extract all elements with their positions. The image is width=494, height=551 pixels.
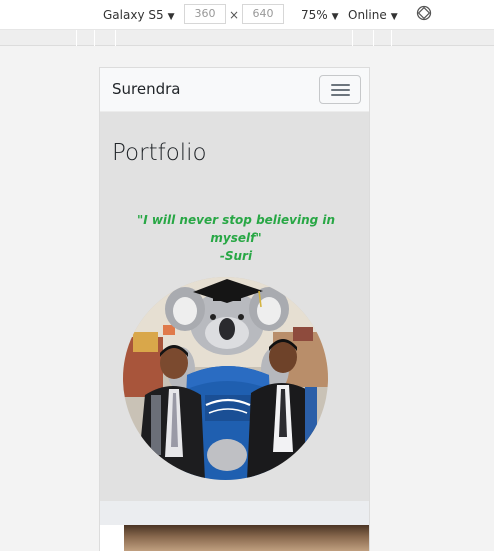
section-divider (100, 501, 369, 525)
navbar: Surendra (100, 68, 369, 112)
network-value: Online (348, 8, 387, 22)
caret-down-icon: ▼ (167, 12, 175, 22)
ruler-tick (373, 30, 374, 46)
rotate-icon[interactable] (416, 5, 432, 21)
hero-section: Portfolio "I will never stop believing i… (100, 112, 369, 501)
navbar-brand[interactable]: Surendra (112, 80, 180, 98)
ruler-tick (352, 30, 353, 46)
caret-down-icon: ▼ (331, 12, 339, 22)
quote-block: "I will never stop believing in myself" … (130, 211, 342, 265)
device-select[interactable]: Galaxy S5 ▼ (103, 7, 175, 23)
quote-text: "I will never stop believing in myself" (136, 213, 336, 245)
device-viewport: Surendra Portfolio "I will never stop be… (99, 67, 370, 551)
quote-author: -Suri (219, 249, 253, 263)
dimension-separator: × (229, 8, 240, 22)
zoom-select[interactable]: 75% ▼ (301, 7, 339, 23)
ruler-tick (391, 30, 392, 46)
hamburger-icon (331, 84, 350, 86)
profile-photo (123, 277, 328, 480)
ruler-tick (115, 30, 116, 46)
devtools-device-toolbar: Galaxy S5 ▼ 360 × 640 75% ▼ Online ▼ (0, 0, 494, 30)
network-throttle-select[interactable]: Online ▼ (348, 7, 398, 23)
hamburger-icon (331, 94, 350, 96)
page-title: Portfolio (112, 140, 207, 166)
media-query-ruler (0, 30, 494, 46)
viewport-width-input[interactable]: 360 (184, 4, 226, 24)
ruler-tick (94, 30, 95, 46)
zoom-value: 75% (301, 8, 328, 22)
navbar-toggler-button[interactable] (319, 75, 361, 104)
next-section-image (124, 525, 369, 551)
device-name: Galaxy S5 (103, 8, 164, 22)
caret-down-icon: ▼ (390, 12, 398, 22)
hamburger-icon (331, 89, 350, 91)
viewport-height-input[interactable]: 640 (242, 4, 284, 24)
ruler-tick (76, 30, 77, 46)
